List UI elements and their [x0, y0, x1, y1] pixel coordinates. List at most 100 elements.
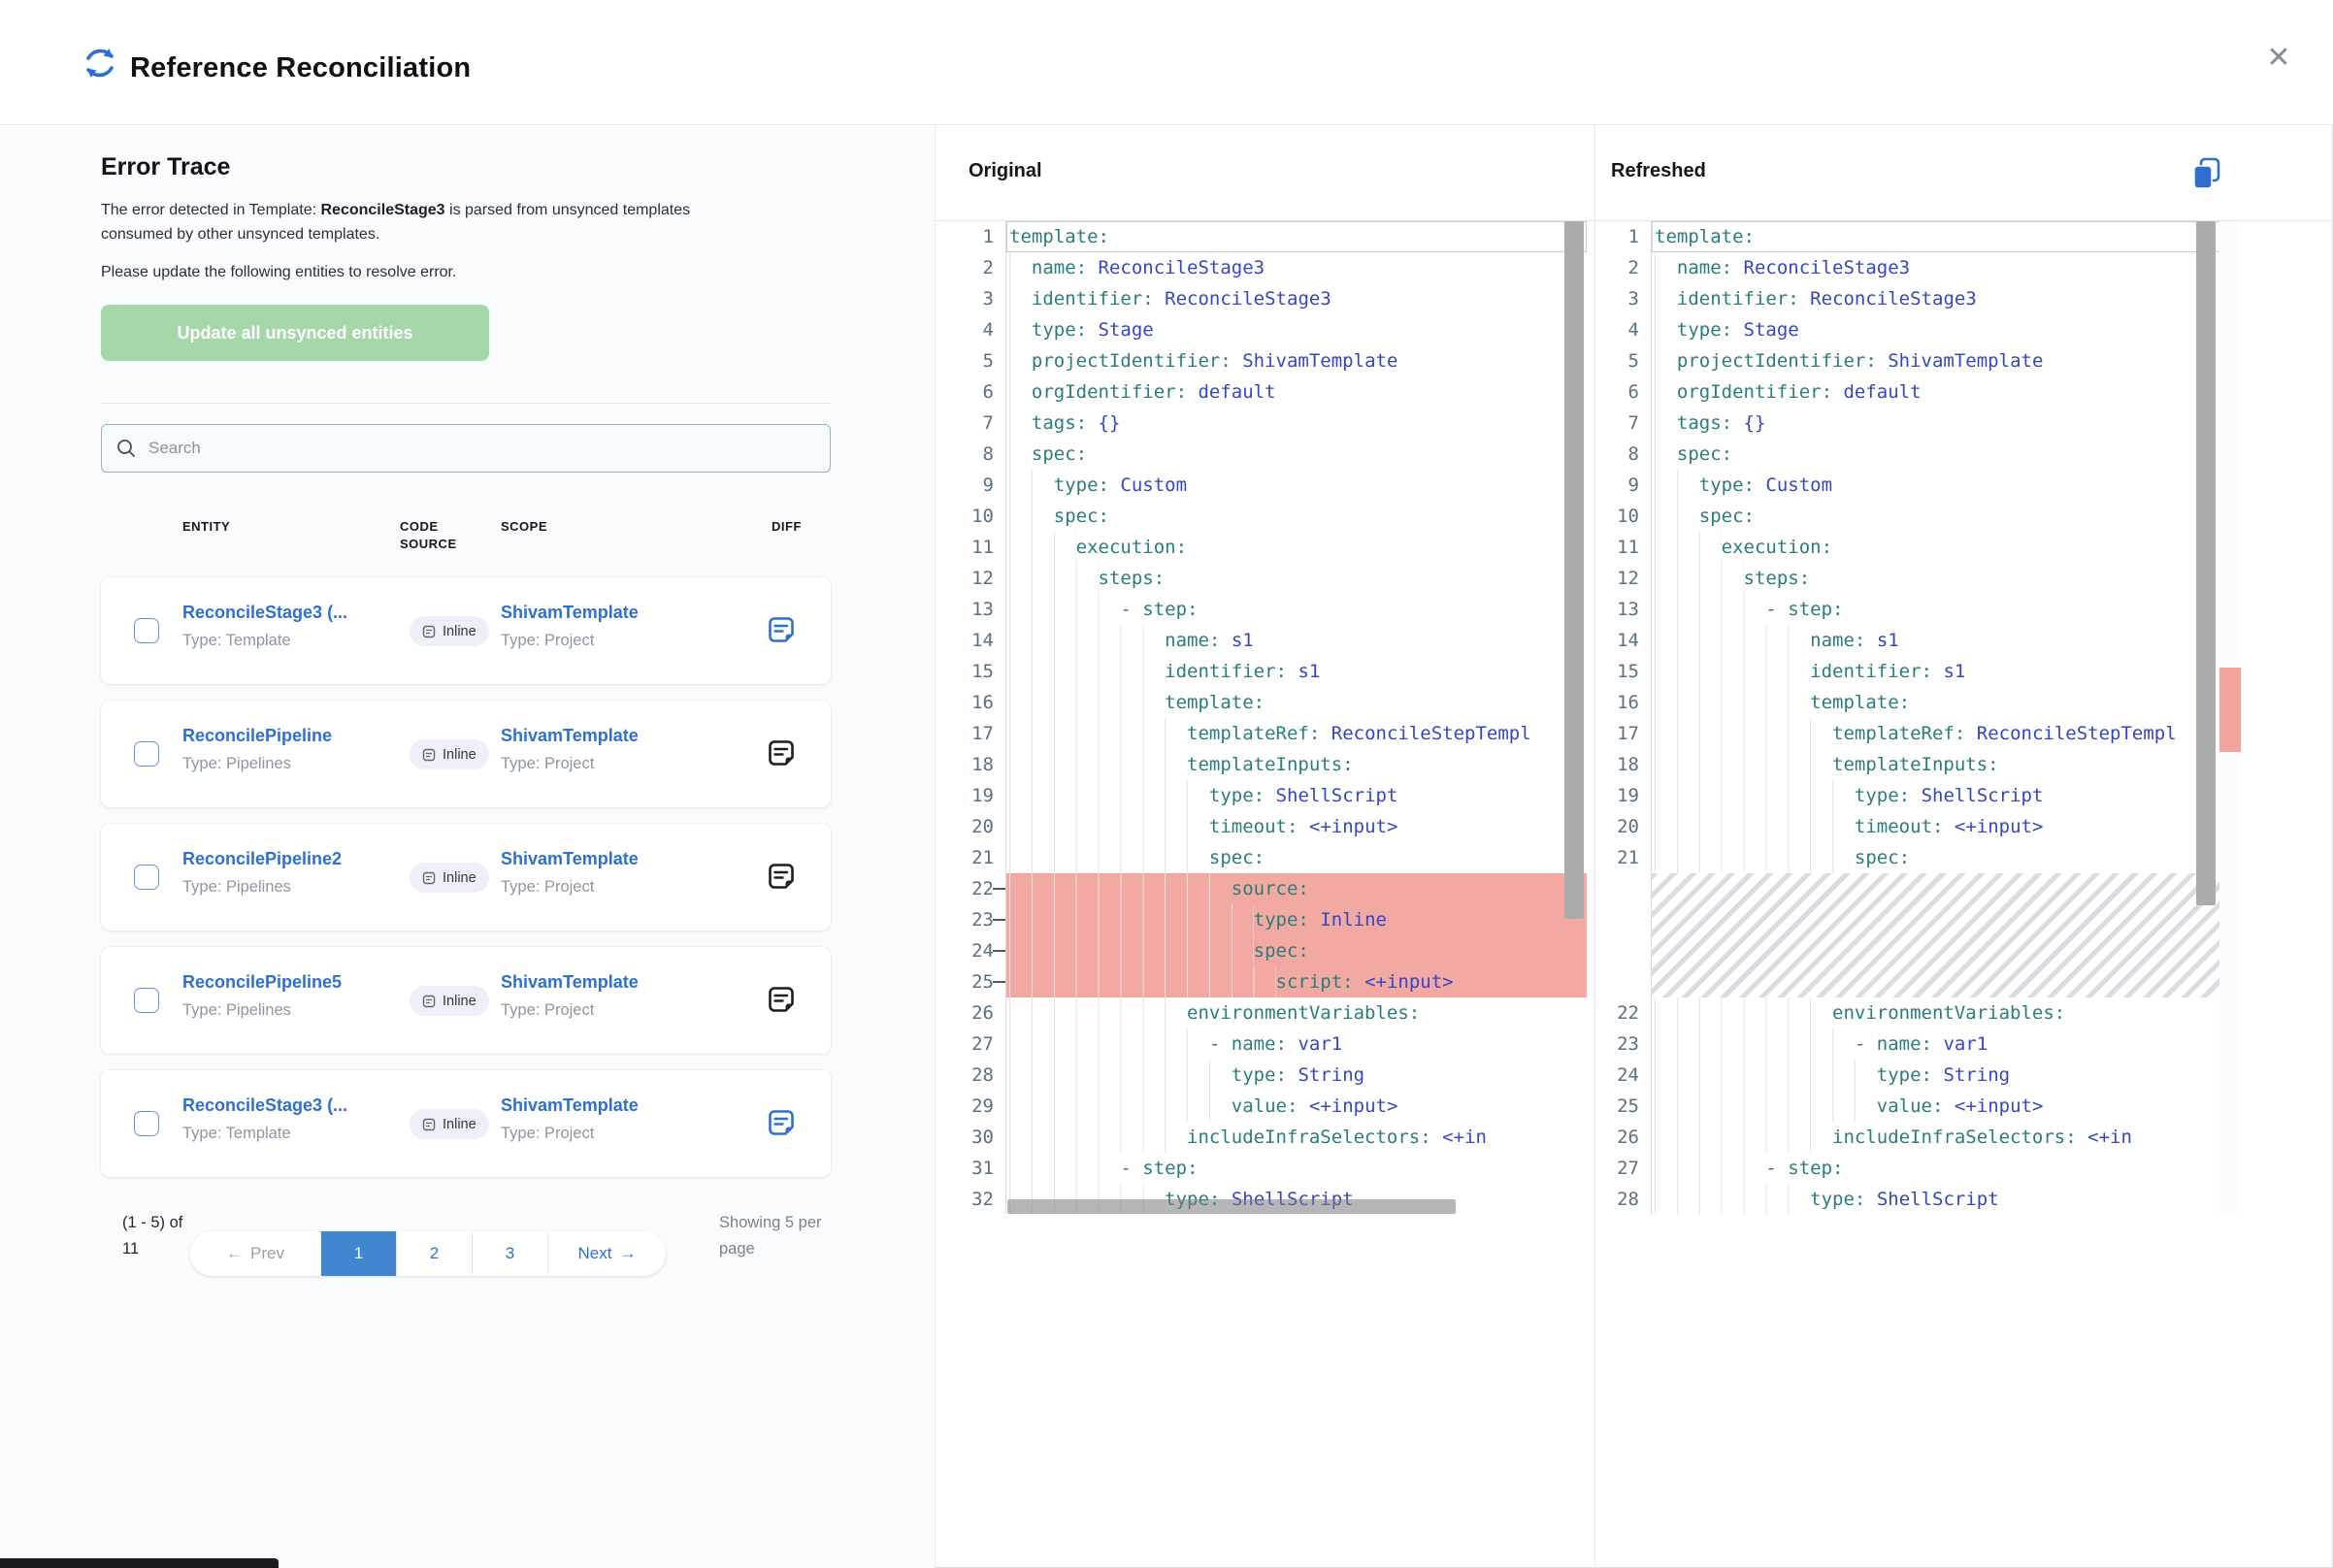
diff-document-icon: [766, 614, 797, 645]
yaml-key: tags:: [1677, 412, 1732, 434]
code-line-content: execution:: [1652, 532, 2220, 563]
original-vertical-scrollbar[interactable]: [1564, 221, 1584, 919]
update-all-unsynced-button[interactable]: Update all unsynced entities: [101, 305, 489, 361]
scope-link[interactable]: ShivamTemplate: [501, 1095, 639, 1116]
pagination-prev-button[interactable]: ←Prev: [190, 1231, 321, 1276]
code-line: 28type: String: [961, 1060, 1587, 1091]
entity-link[interactable]: ReconcilePipeline5: [182, 972, 342, 993]
code-line: 20timeout: <+input>: [961, 811, 1587, 842]
sync-refresh-icon: [82, 45, 118, 82]
entity-type-label: Type: Pipelines: [182, 878, 291, 897]
view-diff-button[interactable]: [765, 861, 798, 894]
pagination-range-label: (1 - 5) of 11: [122, 1210, 200, 1262]
code-line-content: type: String: [1652, 1060, 2220, 1091]
search-box[interactable]: [101, 424, 831, 473]
code-line-content: template:: [1652, 687, 2220, 718]
code-line-number: 27: [1606, 1153, 1652, 1184]
yaml-value: Custom: [1765, 474, 1832, 496]
code-line-content: - name: var1: [1006, 1029, 1587, 1060]
code-line-number: 28: [961, 1060, 1006, 1091]
pagination-page-1[interactable]: 1: [321, 1231, 397, 1276]
scope-link[interactable]: ShivamTemplate: [501, 849, 639, 869]
view-diff-button[interactable]: [765, 1107, 798, 1140]
scope-link[interactable]: ShivamTemplate: [501, 726, 639, 746]
code-line-content: steps:: [1006, 563, 1587, 594]
code-line-number: 21: [961, 842, 1006, 873]
yaml-value: ShellScript: [1877, 1189, 1999, 1210]
code-line-content: environmentVariables:: [1652, 997, 2220, 1029]
code-line: 2name: ReconcileStage3: [961, 252, 1587, 283]
arrow-left-icon: ←: [226, 1244, 243, 1263]
code-line-content: includeInfraSelectors: <+in: [1652, 1122, 2220, 1153]
error-template-name: ReconcileStage3: [321, 202, 445, 218]
entity-link[interactable]: ReconcilePipeline: [182, 726, 332, 746]
inline-source-icon: [422, 995, 436, 1008]
entity-link[interactable]: ReconcileStage3 (...: [182, 603, 347, 623]
code-line-number: 23: [1606, 1029, 1652, 1060]
code-line-content: - step:: [1006, 1153, 1587, 1184]
yaml-key: templateRef:: [1187, 723, 1320, 744]
yaml-key: identifier:: [1165, 661, 1287, 682]
indent-guides: [1655, 376, 1677, 408]
scope-link[interactable]: ShivamTemplate: [501, 972, 639, 993]
row-checkbox[interactable]: [134, 741, 159, 767]
code-line-content: templateInputs:: [1006, 749, 1587, 780]
code-line-number: 6: [1606, 376, 1652, 408]
code-line-number: 18: [1606, 749, 1652, 780]
yaml-value: ReconcileStepTempl: [1977, 723, 2177, 744]
view-diff-button[interactable]: [765, 984, 798, 1017]
pagination-page-3[interactable]: 3: [473, 1231, 548, 1276]
code-line: 9type: Custom: [1606, 470, 2220, 501]
close-icon[interactable]: ✕: [2257, 37, 2300, 80]
code-line: 15identifier: s1: [961, 656, 1587, 687]
search-input[interactable]: [148, 439, 816, 458]
code-line-content: spec:: [1006, 501, 1587, 532]
pagination-page-2[interactable]: 2: [397, 1231, 473, 1276]
view-diff-button[interactable]: [765, 614, 798, 647]
row-checkbox[interactable]: [134, 988, 159, 1013]
copy-icon[interactable]: [2185, 153, 2228, 196]
original-horizontal-scrollbar[interactable]: [1007, 1199, 1456, 1214]
entity-link[interactable]: ReconcileStage3 (...: [182, 1095, 347, 1116]
code-line-content: tags: {}: [1652, 408, 2220, 439]
row-checkbox[interactable]: [134, 865, 159, 890]
code-line-number: 31: [961, 1153, 1006, 1184]
pagination-next-button[interactable]: Next→: [548, 1231, 666, 1276]
yaml-value: s1: [1232, 630, 1254, 651]
code-line: 21spec:: [961, 842, 1587, 873]
yaml-key: type:: [1254, 909, 1309, 931]
code-line-content: value: <+input>: [1006, 1091, 1587, 1122]
code-line-content: spec:: [1652, 842, 2220, 873]
row-checkbox[interactable]: [134, 1111, 159, 1136]
scope-link[interactable]: ShivamTemplate: [501, 603, 639, 623]
code-line-number: 14: [1606, 625, 1652, 656]
yaml-value: s1: [1877, 630, 1899, 651]
code-line-content: timeout: <+input>: [1006, 811, 1587, 842]
indent-guides: [1655, 656, 1810, 687]
code-line: 3identifier: ReconcileStage3: [961, 283, 1587, 314]
yaml-key: spec:: [1677, 443, 1732, 465]
yaml-key: type:: [1209, 785, 1265, 806]
code-line-number: 2: [961, 252, 1006, 283]
yaml-key: templateInputs:: [1832, 754, 1999, 775]
code-line-content: template:: [1652, 221, 2220, 252]
code-line: 20timeout: <+input>: [1606, 811, 2220, 842]
code-line-number: 20: [961, 811, 1006, 842]
row-checkbox[interactable]: [134, 618, 159, 643]
refreshed-vertical-scrollbar[interactable]: [2196, 221, 2216, 905]
code-line: 13- step:: [1606, 594, 2220, 625]
dialog-title: Reference Reconciliation: [130, 52, 471, 84]
code-line: 1template:: [961, 221, 1587, 252]
code-line-number: 20: [1606, 811, 1652, 842]
code-line-number: 22: [961, 873, 1006, 904]
deleted-block-marker: [2219, 668, 2241, 752]
code-source-badge-label: Inline: [443, 870, 476, 886]
indent-guides: [1009, 842, 1209, 873]
code-line: 27- step:: [1606, 1153, 2220, 1184]
entity-link[interactable]: ReconcilePipeline2: [182, 849, 342, 869]
copy-icon-glyph: [2189, 156, 2224, 191]
yaml-key: type:: [1677, 319, 1732, 341]
code-line: 24type: String: [1606, 1060, 2220, 1091]
yaml-value: <+input>: [1364, 971, 1454, 993]
view-diff-button[interactable]: [765, 737, 798, 770]
